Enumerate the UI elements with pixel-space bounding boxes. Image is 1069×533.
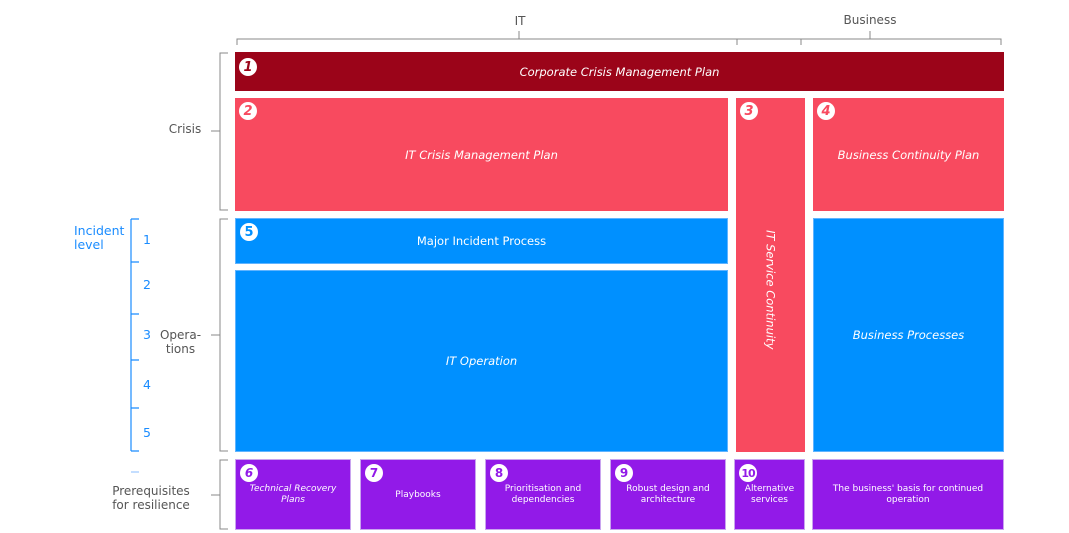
technical-recovery-plans-box: 6 Technical Recovery Plans — [235, 459, 351, 530]
crisis-bracket — [211, 52, 228, 211]
robust-design-architecture-box: 9 Robust design and architecture — [610, 459, 726, 530]
box-label: IT Service Continuity — [763, 230, 778, 350]
number-badge-10: 10 — [739, 464, 757, 482]
incident-level-4: 4 — [143, 377, 151, 392]
box-label: Corporate Crisis Management Plan — [519, 64, 720, 79]
it-operation-box: IT Operation — [235, 270, 728, 452]
operations-label: Opera- tions — [159, 328, 202, 356]
incident-level-5: 5 — [143, 425, 151, 440]
major-incident-process-box: 5 Major Incident Process — [235, 218, 728, 264]
number-badge-1: 1 — [239, 58, 257, 76]
box-label: Business Continuity Plan — [837, 148, 980, 162]
operations-bracket — [211, 218, 228, 452]
prerequisites-bracket — [211, 459, 228, 530]
it-column-label: IT — [514, 14, 526, 28]
number-badge-3: 3 — [740, 102, 758, 120]
incident-level-2: 2 — [143, 277, 151, 292]
box-label: Major Incident Process — [416, 234, 547, 248]
box-label: Robust design and architecture — [626, 484, 710, 505]
box-label: The business' basis for continued operat… — [832, 484, 984, 505]
incident-level-3: 3 — [143, 327, 151, 342]
it-crisis-management-plan-box: 2 IT Crisis Management Plan — [235, 98, 728, 211]
box-label: Technical Recovery Plans — [249, 484, 337, 505]
business-basis-box: The business' basis for continued operat… — [812, 459, 1004, 530]
number-badge-6: 6 — [240, 464, 258, 482]
number-badge-2: 2 — [239, 102, 257, 120]
playbooks-box: 7 Playbooks — [360, 459, 476, 530]
corporate-crisis-management-plan-box: 1 Corporate Crisis Management Plan — [235, 52, 1004, 91]
box-label: Playbooks — [395, 490, 441, 500]
incident-level-1: 1 — [143, 232, 151, 247]
business-processes-box: Business Processes — [813, 218, 1004, 452]
it-bracket — [236, 31, 738, 45]
business-bracket — [736, 31, 1002, 45]
it-service-continuity-box: 3 IT Service Continuity — [736, 98, 805, 452]
number-badge-9: 9 — [615, 464, 633, 482]
number-badge-5: 5 — [240, 223, 258, 241]
number-badge-4: 4 — [817, 102, 835, 120]
incident-level-title: Incident level — [74, 223, 125, 252]
box-label: Business Processes — [852, 328, 965, 342]
business-continuity-plan-box: 4 Business Continuity Plan — [813, 98, 1004, 211]
number-badge-7: 7 — [365, 464, 383, 482]
box-label: IT Operation — [445, 354, 518, 368]
business-column-label: Business — [843, 13, 897, 27]
incident-level-scale — [130, 218, 139, 452]
prioritisation-dependencies-box: 8 Prioritisation and dependencies — [485, 459, 601, 530]
crisis-label: Crisis — [168, 122, 202, 136]
box-label: Prioritisation and dependencies — [504, 484, 582, 505]
prerequisites-label: Prerequisites for resilience — [112, 484, 190, 512]
box-label: Alternative services — [744, 484, 795, 505]
alternative-services-box: 10 Alternative services — [734, 459, 805, 530]
number-badge-8: 8 — [490, 464, 508, 482]
box-label: IT Crisis Management Plan — [405, 148, 558, 162]
